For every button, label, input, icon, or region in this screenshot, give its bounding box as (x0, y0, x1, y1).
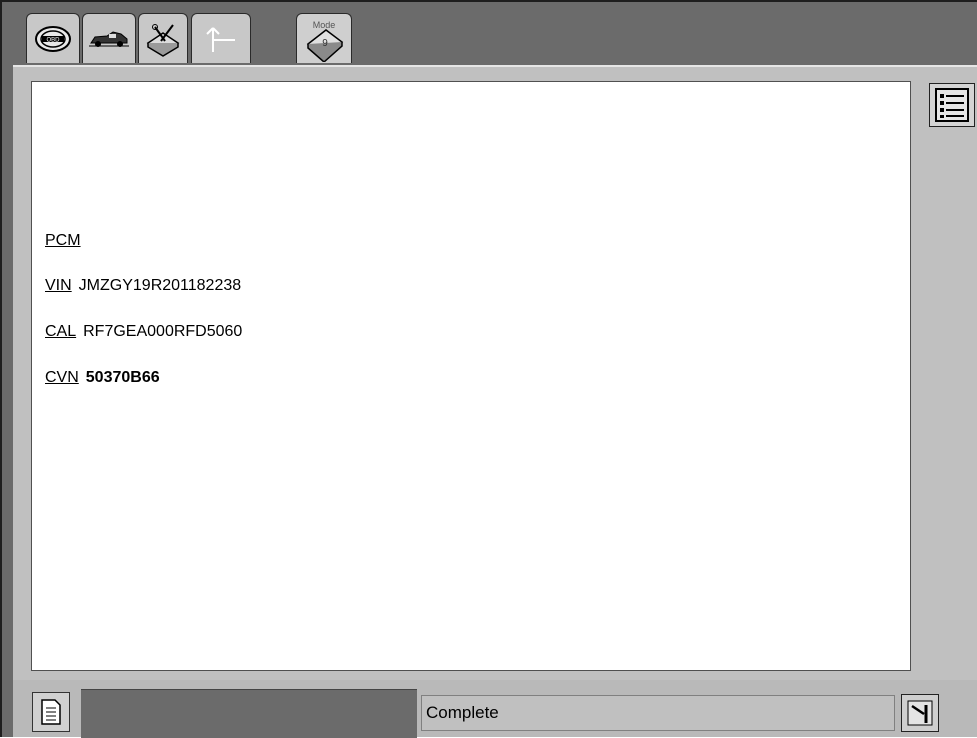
vehicle-tab[interactable] (82, 13, 136, 63)
obd-tab[interactable]: OBD (26, 13, 80, 63)
window-border-top (0, 0, 977, 2)
list-icon (935, 88, 969, 122)
mode-9-icon: Mode 9 (306, 20, 344, 62)
document-icon (41, 699, 61, 725)
message-field (81, 689, 417, 738)
wand-icon (907, 700, 933, 726)
svg-text:9: 9 (322, 38, 328, 49)
document-button[interactable] (32, 692, 70, 732)
cvn-label[interactable]: CVN (45, 369, 79, 386)
module-label[interactable]: PCM (45, 232, 81, 249)
results-pane: PCM VIN JMZGY19R201182238 CAL RF7GEA000RFD… (31, 81, 911, 671)
toolbox-icon (146, 23, 180, 57)
cvn-value: 50370B66 (85, 369, 160, 386)
tool-button[interactable] (901, 694, 939, 732)
obd-logo-icon: OBD (35, 25, 71, 52)
cal-value: RF7GEA000RFD5060 (83, 323, 243, 340)
cal-row: CAL RF7GEA000RFD5060 (45, 323, 242, 341)
cal-label[interactable]: CAL (45, 323, 76, 340)
toolbox-tab[interactable] (138, 13, 188, 63)
vin-label[interactable]: VIN (45, 277, 72, 294)
back-arrow-icon (206, 26, 235, 52)
mode-9-tab[interactable]: Mode 9 (296, 13, 352, 63)
vin-row: VIN JMZGY19R201182238 (45, 277, 241, 295)
window-border-left (0, 0, 2, 737)
cvn-row: CVN 50370B66 (45, 369, 160, 387)
status-text: Complete (421, 695, 895, 731)
back-tab[interactable] (191, 13, 251, 63)
panel-divider (13, 65, 977, 67)
svg-text:Mode: Mode (313, 20, 336, 30)
module-row: PCM (45, 232, 88, 250)
vehicle-icon (89, 30, 129, 47)
vin-value: JMZGY19R201182238 (78, 277, 242, 294)
list-menu-button[interactable] (929, 83, 975, 127)
svg-text:OBD: OBD (46, 37, 60, 43)
